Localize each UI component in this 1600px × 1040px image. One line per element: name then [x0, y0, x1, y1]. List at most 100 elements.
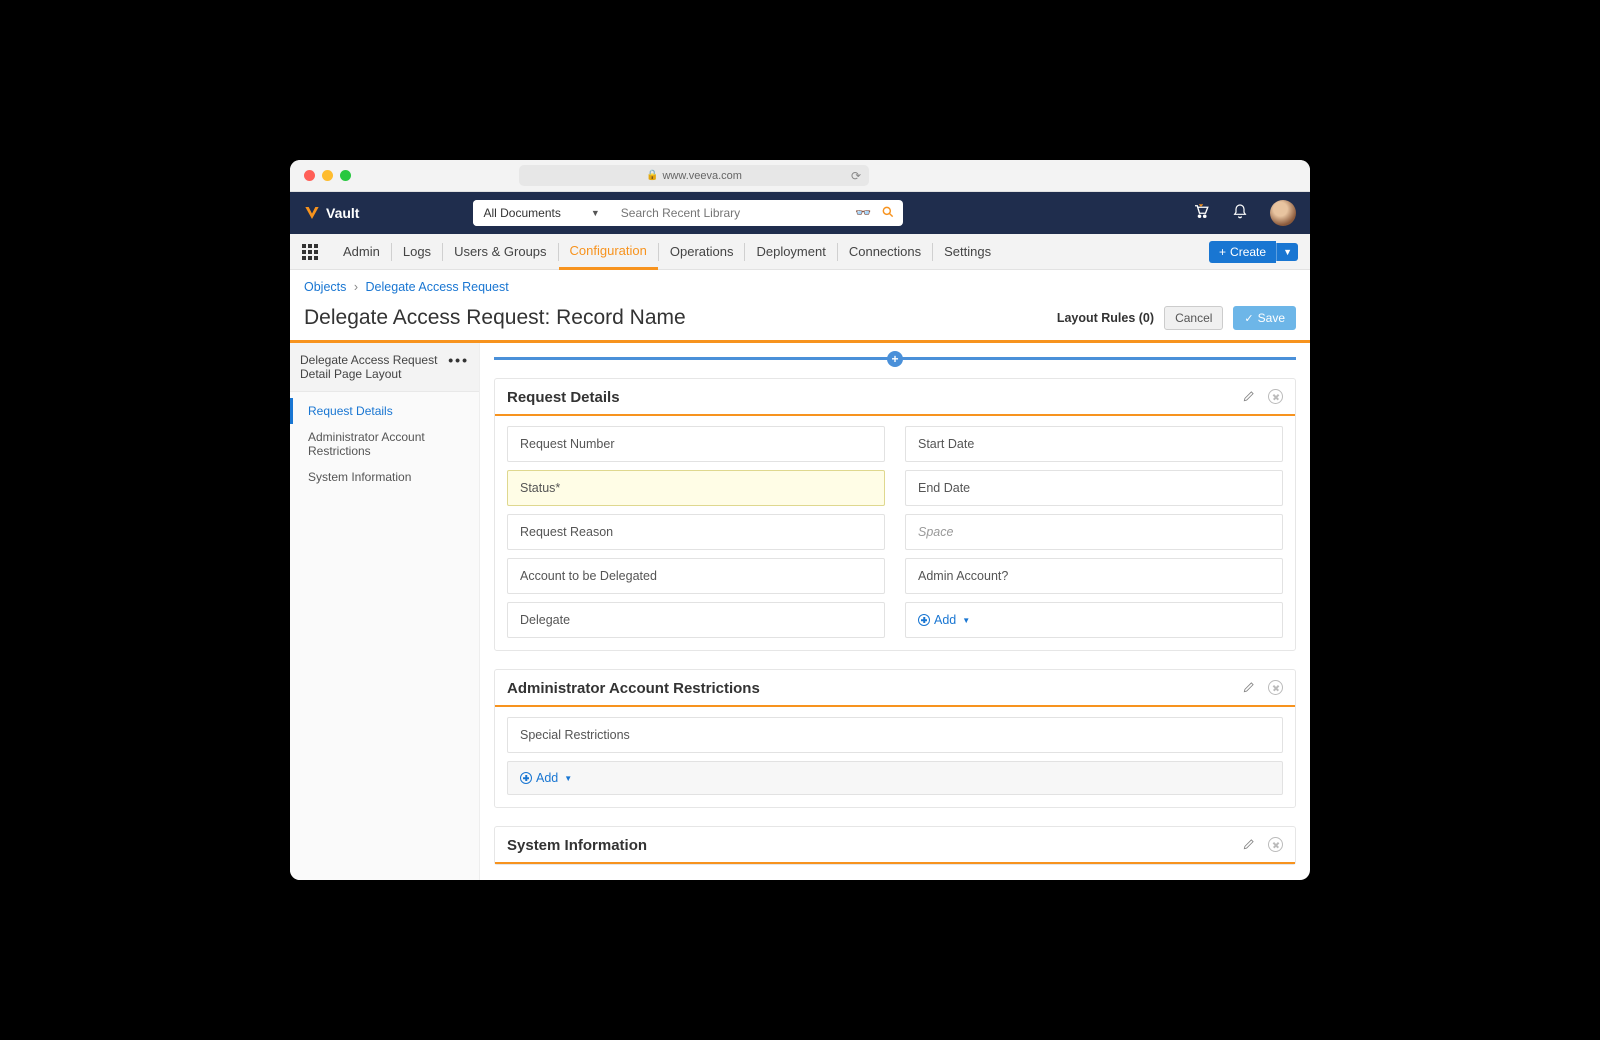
- brand-logo[interactable]: Vault: [304, 205, 359, 221]
- caret-down-icon: ▼: [591, 208, 600, 218]
- field-end-date[interactable]: End Date: [905, 470, 1283, 506]
- title-actions: Layout Rules (0) Cancel Save: [1057, 306, 1296, 330]
- search-input[interactable]: [611, 200, 848, 226]
- vault-logo-icon: [304, 205, 320, 221]
- section-actions: [1242, 389, 1283, 406]
- section-admin-restrictions: Administrator Account Restrictions Speci…: [494, 669, 1296, 808]
- field-request-reason[interactable]: Request Reason: [507, 514, 885, 550]
- sidebar-header: Delegate Access Request Detail Page Layo…: [290, 343, 479, 392]
- create-button-group: + Create ▼: [1209, 241, 1298, 263]
- section-body: Request Number Start Date Status* End Da…: [495, 416, 1295, 650]
- admin-tab-connections[interactable]: Connections: [838, 234, 932, 269]
- remove-icon[interactable]: [1268, 680, 1283, 695]
- save-button[interactable]: Save: [1233, 306, 1296, 330]
- traffic-lights: [304, 170, 351, 181]
- search-action-icons: 👓: [847, 205, 903, 222]
- plus-circle-icon: [918, 614, 930, 626]
- app-launcher-icon[interactable]: [302, 244, 318, 260]
- sidebar-item-system-information[interactable]: System Information: [290, 464, 479, 490]
- field-space[interactable]: Space: [905, 514, 1283, 550]
- section-actions: [1242, 680, 1283, 697]
- bell-icon[interactable]: [1232, 203, 1248, 224]
- edit-icon[interactable]: [1242, 389, 1256, 406]
- section-title: Request Details: [507, 389, 620, 406]
- user-avatar[interactable]: [1270, 200, 1296, 226]
- admin-tab-users-groups[interactable]: Users & Groups: [443, 234, 557, 269]
- remove-icon[interactable]: [1268, 837, 1283, 852]
- section-body: Special Restrictions Add ▼: [495, 707, 1295, 807]
- remove-icon[interactable]: [1268, 389, 1283, 404]
- section-actions: [1242, 837, 1283, 854]
- admin-tab-configuration[interactable]: Configuration: [559, 235, 658, 270]
- section-title: Administrator Account Restrictions: [507, 680, 760, 697]
- create-label: Create: [1230, 245, 1266, 259]
- cancel-button[interactable]: Cancel: [1164, 306, 1223, 330]
- admin-tab-logs[interactable]: Logs: [392, 234, 442, 269]
- add-field-button[interactable]: Add ▼: [905, 602, 1283, 638]
- layout-rules-link[interactable]: Layout Rules (0): [1057, 311, 1154, 325]
- search-scope-label: All Documents: [483, 206, 560, 220]
- page-title-bar: Delegate Access Request: Record Name Lay…: [290, 300, 1310, 343]
- field-request-number[interactable]: Request Number: [507, 426, 885, 462]
- browser-url-text: www.veeva.com: [662, 170, 741, 182]
- edit-icon[interactable]: [1242, 680, 1256, 697]
- admin-tab-deployment[interactable]: Deployment: [745, 234, 836, 269]
- app-window: 🔒 www.veeva.com ⟳ Vault All Documents ▼ …: [290, 160, 1310, 880]
- breadcrumb-sep: ›: [354, 280, 358, 294]
- section-header: Administrator Account Restrictions: [495, 670, 1295, 707]
- cart-icon[interactable]: [1192, 202, 1210, 225]
- global-search: All Documents ▼ 👓: [473, 200, 903, 226]
- section-title: System Information: [507, 837, 647, 854]
- main-content: Request Details Request Number Start Dat…: [480, 343, 1310, 880]
- section-system-information: System Information: [494, 826, 1296, 865]
- left-sidebar: Delegate Access Request Detail Page Layo…: [290, 343, 480, 880]
- brand-name: Vault: [326, 205, 359, 221]
- add-label: Add: [934, 613, 956, 627]
- create-button[interactable]: + Create: [1209, 241, 1276, 263]
- admin-tab-operations[interactable]: Operations: [659, 234, 745, 269]
- search-icon[interactable]: [881, 205, 895, 222]
- field-delegate[interactable]: Delegate: [507, 602, 885, 638]
- section-header: System Information: [495, 827, 1295, 864]
- browser-chrome: 🔒 www.veeva.com ⟳: [290, 160, 1310, 192]
- section-header: Request Details: [495, 379, 1295, 416]
- header-right: [1192, 200, 1296, 226]
- admin-nav: Admin Logs Users & Groups Configuration …: [290, 234, 1310, 270]
- reload-icon[interactable]: ⟳: [851, 169, 861, 183]
- caret-down-icon: ▼: [962, 616, 970, 625]
- sidebar-section-list: Request Details Administrator Account Re…: [290, 392, 479, 496]
- sidebar-header-label: Delegate Access Request Detail Page Layo…: [300, 353, 448, 381]
- edit-icon[interactable]: [1242, 837, 1256, 854]
- breadcrumb-current[interactable]: Delegate Access Request: [366, 280, 509, 294]
- field-start-date[interactable]: Start Date: [905, 426, 1283, 462]
- binoculars-icon[interactable]: 👓: [855, 205, 871, 221]
- traffic-min-icon[interactable]: [322, 170, 333, 181]
- create-dropdown-button[interactable]: ▼: [1276, 243, 1298, 261]
- breadcrumb: Objects › Delegate Access Request: [290, 270, 1310, 300]
- add-label: Add: [536, 771, 558, 785]
- more-icon[interactable]: •••: [448, 353, 469, 367]
- global-header: Vault All Documents ▼ 👓: [290, 192, 1310, 234]
- field-status[interactable]: Status*: [507, 470, 885, 506]
- traffic-max-icon[interactable]: [340, 170, 351, 181]
- section-request-details: Request Details Request Number Start Dat…: [494, 378, 1296, 651]
- field-admin-account[interactable]: Admin Account?: [905, 558, 1283, 594]
- admin-tab-admin[interactable]: Admin: [332, 234, 391, 269]
- sidebar-item-request-details[interactable]: Request Details: [290, 398, 479, 424]
- breadcrumb-objects[interactable]: Objects: [304, 280, 346, 294]
- field-grid: Request Number Start Date Status* End Da…: [507, 426, 1283, 638]
- field-special-restrictions[interactable]: Special Restrictions: [507, 717, 1283, 753]
- plus-icon: +: [1219, 245, 1226, 259]
- lock-icon: 🔒: [646, 170, 658, 181]
- admin-tab-settings[interactable]: Settings: [933, 234, 1002, 269]
- page-title: Delegate Access Request: Record Name: [304, 306, 686, 330]
- traffic-close-icon[interactable]: [304, 170, 315, 181]
- add-field-button[interactable]: Add ▼: [507, 761, 1283, 795]
- browser-url-bar[interactable]: 🔒 www.veeva.com ⟳: [519, 165, 869, 186]
- sidebar-item-admin-restrictions[interactable]: Administrator Account Restrictions: [290, 424, 479, 464]
- page-body: Delegate Access Request Detail Page Layo…: [290, 343, 1310, 880]
- search-scope-dropdown[interactable]: All Documents ▼: [473, 200, 610, 226]
- caret-down-icon: ▼: [564, 774, 572, 783]
- insert-section-bar[interactable]: [494, 357, 1296, 360]
- field-account-to-delegate[interactable]: Account to be Delegated: [507, 558, 885, 594]
